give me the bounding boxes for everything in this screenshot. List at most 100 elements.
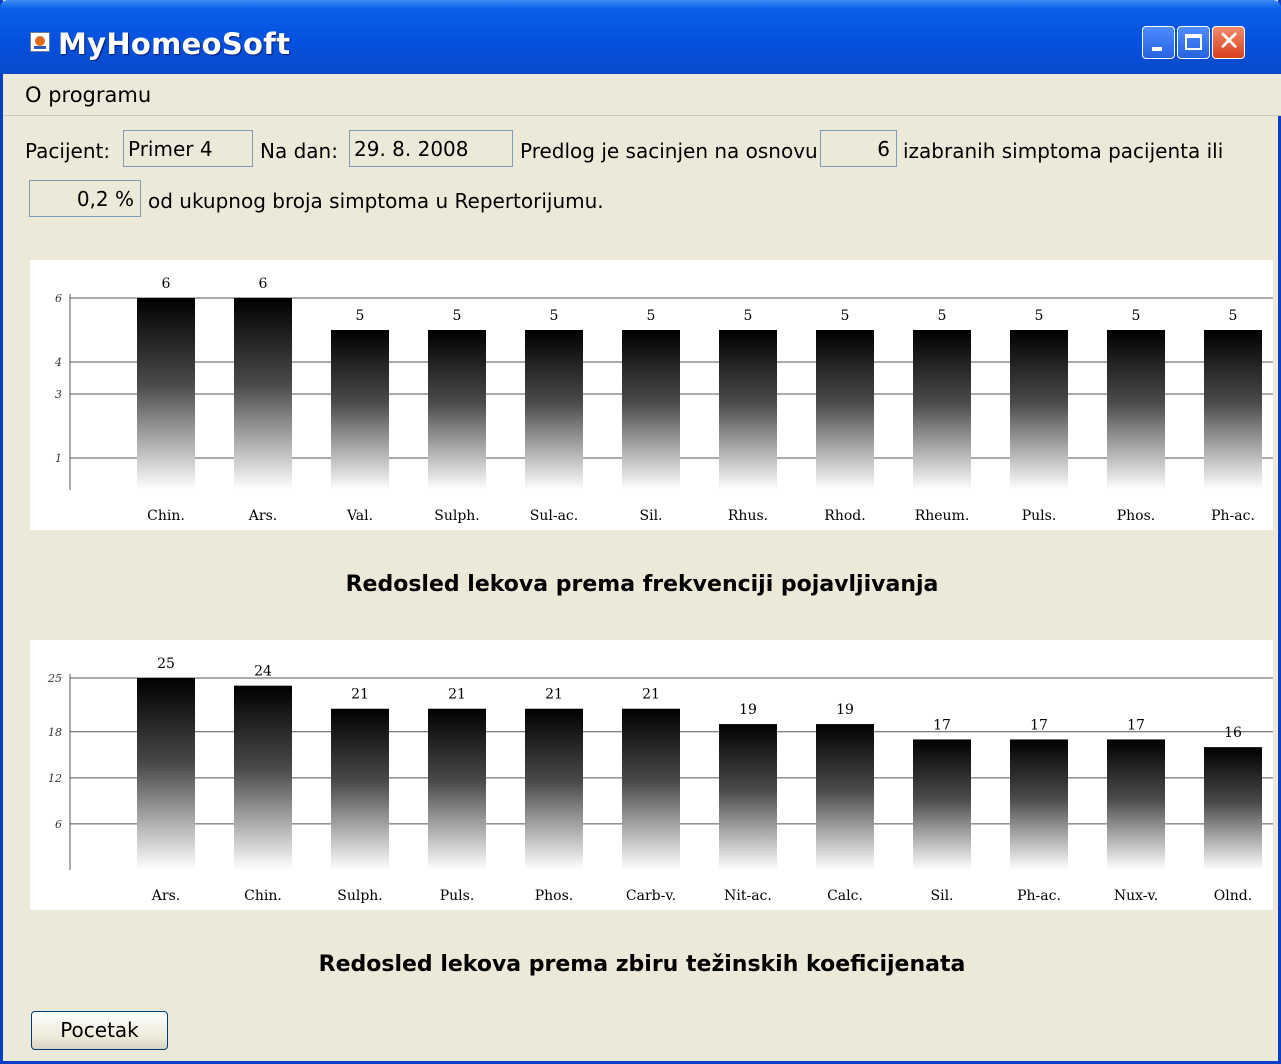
data-label: 6	[162, 276, 171, 292]
window-title: MyHomeoSoft	[58, 27, 291, 61]
bar	[1107, 330, 1165, 490]
close-icon: ✕	[1217, 26, 1241, 57]
bar	[428, 708, 486, 870]
bar	[525, 330, 583, 490]
data-label: 17	[1030, 717, 1048, 733]
y-tick-label: 18	[48, 726, 62, 739]
patient-field[interactable]: Primer 4	[123, 130, 253, 167]
y-tick-label: 3	[55, 388, 62, 401]
data-label: 5	[453, 308, 462, 324]
date-label: Na dan:	[260, 139, 338, 163]
bar	[137, 298, 195, 490]
bar	[719, 724, 777, 870]
frequency-chart-svg: 1 3 4 6 6 Chin. 6 Ars. 5 Val. 5 Sulph. 5 Sul-ac. 5 Sil.…	[54, 276, 1273, 524]
data-label: 5	[841, 308, 850, 324]
weight-chart-svg: 6 12 18 25 25 Ars. 24 Chin. 21 Sulph. 21 Puls. 21 Pho…	[47, 656, 1273, 904]
y-tick-label: 12	[48, 772, 62, 785]
x-tick-label: Carb-v.	[626, 888, 676, 904]
x-tick-label: Chin.	[147, 508, 185, 524]
frequency-chart-title: Redosled lekova prema frekvenciji pojavl…	[345, 572, 939, 597]
maximize-icon	[1185, 34, 1202, 50]
bar	[622, 330, 680, 490]
y-tick-label: 1	[55, 452, 62, 465]
y-tick-label: 6	[55, 292, 62, 305]
bar	[234, 685, 292, 870]
minimize-button[interactable]	[1142, 26, 1175, 59]
menu-item-about[interactable]: O programu	[25, 83, 151, 107]
data-label: 21	[351, 687, 369, 703]
data-label: 17	[933, 717, 951, 733]
bar	[1204, 747, 1262, 870]
x-tick-label: Olnd.	[1214, 888, 1252, 904]
bar	[331, 708, 389, 870]
bar	[428, 330, 486, 490]
x-tick-label: Sulph.	[337, 888, 383, 904]
bar	[913, 739, 971, 870]
bar	[137, 678, 195, 870]
java-app-icon[interactable]	[30, 32, 50, 52]
data-label: 21	[642, 687, 660, 703]
bar	[1107, 739, 1165, 870]
y-tick-label: 4	[54, 356, 62, 369]
bar	[525, 708, 583, 870]
x-tick-label: Calc.	[827, 888, 863, 904]
data-label: 5	[744, 308, 753, 324]
symptom-count-field[interactable]: 6	[820, 130, 897, 167]
x-tick-label: Puls.	[1022, 508, 1057, 524]
x-tick-label: Rhus.	[728, 508, 768, 524]
data-label: 5	[647, 308, 656, 324]
bar	[622, 708, 680, 870]
data-label: 21	[545, 687, 563, 703]
data-label: 16	[1224, 725, 1242, 741]
data-label: 21	[448, 687, 466, 703]
close-button[interactable]: ✕	[1212, 26, 1245, 59]
x-tick-label: Rheum.	[915, 508, 970, 524]
bar	[913, 330, 971, 490]
weight-chart-title: Redosled lekova prema zbiru težinskih ko…	[318, 952, 966, 977]
x-tick-label: Nux-v.	[1114, 888, 1158, 904]
y-tick-label: 25	[47, 672, 62, 685]
x-tick-label: Val.	[346, 508, 373, 524]
x-tick-label: Sil.	[640, 508, 663, 524]
x-tick-label: Ph-ac.	[1211, 508, 1255, 524]
title-bar[interactable]: MyHomeoSoft ✕	[0, 0, 1281, 74]
data-label: 17	[1127, 717, 1145, 733]
bar	[1010, 330, 1068, 490]
minimize-icon	[1152, 47, 1162, 51]
x-tick-label: Nit-ac.	[724, 888, 772, 904]
weight-chart: 6 12 18 25 25 Ars. 24 Chin. 21 Sulph. 21 Puls. 21 Pho…	[30, 640, 1273, 910]
data-label: 6	[259, 276, 268, 292]
menu-bar: O programu	[3, 74, 1281, 116]
app-window: MyHomeoSoft ✕ O programu Pacijent: Prime…	[0, 0, 1281, 1064]
maximize-button[interactable]	[1177, 26, 1210, 59]
x-tick-label: Phos.	[535, 888, 574, 904]
symptom-suffix-label: izabranih simptoma pacijenta ili	[903, 139, 1224, 163]
bar	[331, 330, 389, 490]
x-tick-label: Puls.	[440, 888, 475, 904]
data-label: 5	[1132, 308, 1141, 324]
x-tick-label: Rhod.	[824, 508, 865, 524]
bar	[1204, 330, 1262, 490]
data-label: 5	[1035, 308, 1044, 324]
date-field[interactable]: 29. 8. 2008	[349, 130, 513, 167]
bar	[816, 330, 874, 490]
data-label: 25	[157, 656, 175, 672]
data-label: 19	[836, 702, 854, 718]
frequency-chart: 1 3 4 6 6 Chin. 6 Ars. 5 Val. 5 Sulph. 5 Sul-ac. 5 Sil.…	[30, 260, 1273, 530]
data-label: 24	[254, 664, 272, 680]
y-tick-label: 6	[55, 818, 62, 831]
percent-field[interactable]: 0,2 %	[29, 180, 141, 217]
data-label: 19	[739, 702, 757, 718]
x-tick-label: Sil.	[931, 888, 954, 904]
x-tick-label: Phos.	[1117, 508, 1156, 524]
data-label: 5	[550, 308, 559, 324]
patient-label: Pacijent:	[25, 139, 111, 163]
basis-label: Predlog je sacinjen na osnovu	[520, 139, 818, 163]
data-label: 5	[938, 308, 947, 324]
x-tick-label: Sul-ac.	[530, 508, 578, 524]
bar	[234, 298, 292, 490]
bar	[1010, 739, 1068, 870]
start-button[interactable]: Pocetak	[31, 1011, 168, 1050]
x-tick-label: Ars.	[151, 888, 180, 904]
x-tick-label: Chin.	[244, 888, 282, 904]
